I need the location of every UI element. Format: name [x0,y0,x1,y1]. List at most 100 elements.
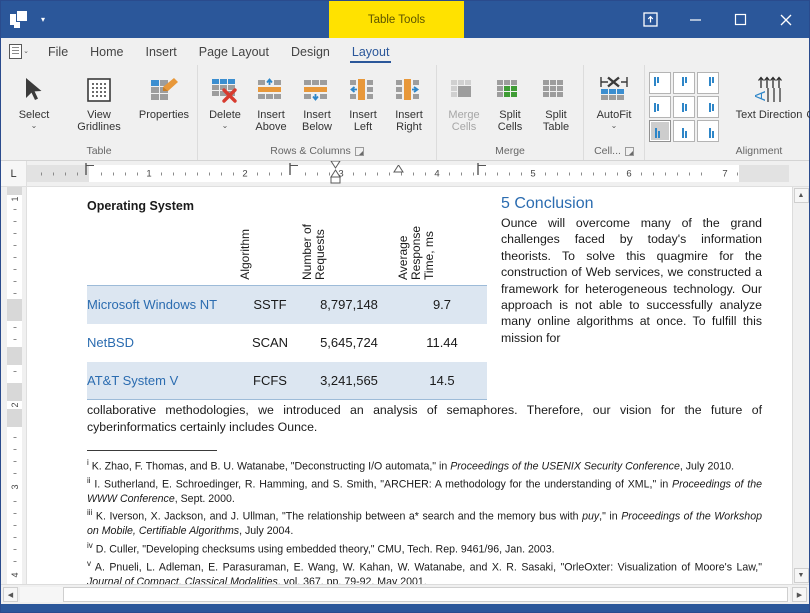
tab-stop-selector[interactable]: L [1,161,27,186]
rows-columns-dialog-launcher[interactable] [355,147,364,156]
horizontal-ruler[interactable]: L 1 2 3 4 5 6 7 [1,161,809,187]
ruler-number: 2 [242,168,247,179]
cell-size-dialog-launcher[interactable] [625,147,634,156]
app-logo-icon[interactable] [1,11,35,28]
horizontal-scroll-track[interactable] [20,587,790,602]
cell-margins-label: Cell Margins [806,109,810,121]
document-view-icon[interactable]: ⌄ [1,38,37,65]
chevron-down-icon[interactable]: ⌄ [611,122,618,129]
text-direction-label: Text Direction [736,109,803,121]
ribbon-group-label-table: Table [1,142,197,160]
cell-algorithm: SCAN [239,324,301,362]
scroll-up-button[interactable]: ▲ [794,188,809,203]
vertical-ruler-strip: 1 2 3 4 [7,187,22,584]
first-line-indent-marker [85,163,95,183]
align-center-button[interactable] [673,96,695,118]
table-row[interactable]: AT&T System V FCFS 3,241,565 14.5 [87,362,487,400]
quick-access-caret-icon[interactable]: ▾ [37,12,49,28]
align-center-left-button[interactable] [649,96,671,118]
cell-requests: 5,645,724 [301,324,397,362]
ruler-strip[interactable]: 1 2 3 4 5 6 7 [27,165,789,182]
ribbon-group-label-alignment: Alignment [645,142,810,160]
document-page[interactable]: Operating System Algorithm Number of Req… [27,187,792,584]
split-table-button[interactable]: Split Table [533,70,579,133]
horizontal-scrollbar[interactable]: ◀ ▶ [1,584,809,604]
footnote-text-plain: , July 2010. [680,461,734,473]
tab-home[interactable]: Home [79,41,134,65]
maximize-button[interactable] [718,1,763,38]
insert-left-button[interactable]: Insert Left [340,70,386,133]
header-number-of-requests: Number of Requests [301,195,397,286]
delete-label: Delete [209,109,241,121]
insert-below-button[interactable]: Insert Below [294,70,340,133]
tab-layout[interactable]: Layout [341,41,401,65]
editor-main-area: 1 2 3 4 Operating System [1,187,809,584]
insert-above-button[interactable]: Insert Above [248,70,294,133]
align-bottom-left-button[interactable] [649,120,671,142]
cell-response: 9.7 [397,286,487,324]
align-center-right-button[interactable] [697,96,719,118]
scroll-left-button[interactable]: ◀ [3,587,18,602]
cell-margins-button[interactable]: Cell Margins [805,70,810,121]
insert-right-button[interactable]: Insert Right [386,70,432,133]
ribbon-group-merge: Merge Cells Split Cells [436,65,583,160]
ruler-number: 5 [530,168,535,179]
ruler-margin-right [739,165,789,182]
cell-os: Microsoft Windows NT [87,286,239,324]
contextual-tab-table-tools[interactable]: Table Tools [329,1,464,38]
split-table-label: Split Table [534,109,578,133]
results-table[interactable]: Operating System Algorithm Number of Req… [87,195,487,400]
ribbon-tab-bar: ⌄ File Home Insert Page Layout Design La… [1,38,809,65]
properties-button[interactable]: Properties [135,70,193,121]
tab-insert[interactable]: Insert [135,41,188,65]
delete-button[interactable]: Delete ⌄ [202,70,248,129]
text-direction-button[interactable]: A Text Direction [733,70,805,121]
gridlines-icon [85,73,113,107]
vertical-scrollbar[interactable]: ▲ ▼ [792,187,809,584]
ribbon-group-table: Select ⌄ [1,65,197,160]
horizontal-scroll-thumb[interactable] [63,587,788,602]
chevron-down-icon[interactable]: ⌄ [23,48,29,55]
align-top-center-button[interactable] [673,72,695,94]
chevron-down-icon[interactable]: ⌄ [31,122,38,129]
align-bottom-center-button[interactable] [673,120,695,142]
align-bottom-right-button[interactable] [697,120,719,142]
group-label-text: Alignment [736,145,783,157]
svg-text:A: A [752,91,769,101]
view-gridlines-button[interactable]: View Gridlines [63,70,135,133]
ribbon-group-cell-size: AutoFit ⌄ Cell... [583,65,644,160]
footnote-list: i K. Zhao, F. Thomas, and B. U. Watanabe… [87,456,762,584]
cursor-arrow-icon [22,73,46,107]
select-button[interactable]: Select ⌄ [5,70,63,129]
tab-file[interactable]: File [37,41,79,65]
scroll-down-button[interactable]: ▼ [794,568,809,583]
footnote-text-plain: I. Sutherland, E. Schroedinger, R. Hammi… [94,478,672,490]
ribbon: Select ⌄ [1,65,809,161]
autofit-button[interactable]: AutoFit ⌄ [588,70,640,129]
align-top-right-button[interactable] [697,72,719,94]
footnote-text-plain: , vol. 367, pp. 79-92, May 2001. [278,576,427,585]
ribbon-group-rows-columns: Delete ⌄ Insert Above [197,65,436,160]
merge-cells-button[interactable]: Merge Cells [441,70,487,133]
footnote-marker: iv [87,541,93,550]
table-row[interactable]: NetBSD SCAN 5,645,724 11.44 [87,324,487,362]
chevron-down-icon[interactable]: ⌄ [222,122,229,129]
tab-stop-marker [477,163,487,183]
footnote-text-plain: , July 2004. [239,525,293,537]
scroll-right-button[interactable]: ▶ [792,587,807,602]
ribbon-display-options-icon[interactable] [628,1,673,38]
close-button[interactable] [763,1,809,38]
table-row[interactable]: Microsoft Windows NT SSTF 8,797,148 9.7 [87,286,487,324]
footnote-item: iii K. Iverson, X. Jackson, and J. Ullma… [87,506,762,538]
insert-below-icon [302,73,332,107]
tab-page-layout[interactable]: Page Layout [188,41,280,65]
vertical-ruler[interactable]: 1 2 3 4 [1,187,27,584]
text-direction-icon: A [752,73,786,107]
ruler-margin-left [27,165,89,182]
tab-design[interactable]: Design [280,41,341,65]
align-top-left-button[interactable] [649,72,671,94]
split-cells-button[interactable]: Split Cells [487,70,533,133]
minimize-button[interactable] [673,1,718,38]
properties-label: Properties [139,109,189,121]
table-column: Operating System Algorithm Number of Req… [87,195,487,400]
